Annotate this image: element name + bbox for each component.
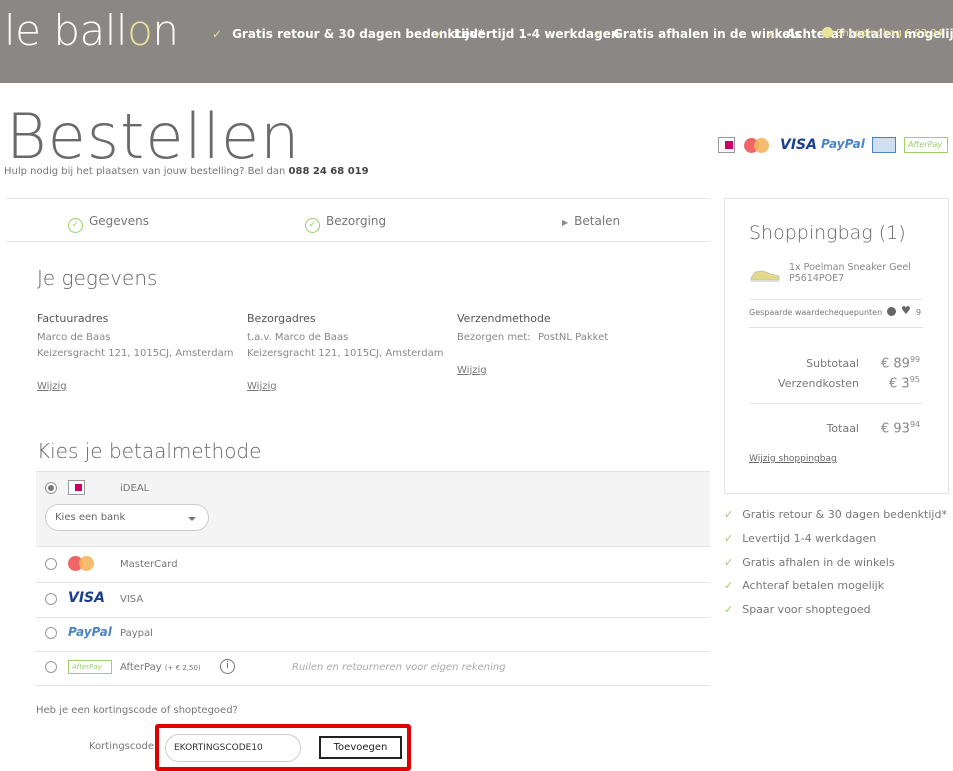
edit-shipping-link[interactable]: Wijzig xyxy=(457,365,487,376)
paypal-logo: PayPal xyxy=(821,137,865,151)
info-icon[interactable] xyxy=(886,307,896,316)
afterpay-note: Ruilen en retourneren voor eigen rekenin… xyxy=(292,662,506,673)
shipping-value: PostNL Pakket xyxy=(538,332,609,343)
step-bezorging[interactable]: ✓ Bezorging xyxy=(305,214,386,233)
radio-ideal[interactable] xyxy=(45,482,57,494)
radio-paypal[interactable] xyxy=(45,627,57,639)
step-betalen: ▶ Betalen xyxy=(562,214,621,228)
side-usp: ✓ Achteraf betalen mogelijk xyxy=(724,579,885,592)
side-usp: ✓ Levertijd 1-4 werkdagen xyxy=(724,532,877,545)
radio-mastercard[interactable] xyxy=(45,558,57,570)
discount-label: Kortingscode xyxy=(89,741,154,752)
check-icon: ✓ xyxy=(593,27,604,41)
info-icon[interactable]: i xyxy=(220,659,235,674)
visa-logo: VISA xyxy=(68,590,105,606)
subtotal-value: € 8999 xyxy=(881,355,921,372)
edit-bag-link[interactable]: Wijzig shoppingbag xyxy=(749,454,837,464)
total-label: Totaal xyxy=(826,422,859,435)
step-gegevens[interactable]: ✓ Gegevens xyxy=(68,214,149,233)
check-icon: ✓ xyxy=(724,532,734,545)
side-usp: ✓ Gratis afhalen in de winkels xyxy=(724,556,895,569)
payment-option-ideal[interactable]: iDEAL Kies een bank xyxy=(36,471,710,547)
chevron-down-icon xyxy=(188,517,196,521)
paypal-logo: PayPal xyxy=(68,625,112,639)
radio-visa[interactable] xyxy=(45,593,57,605)
shipping-title: Verzendmethode xyxy=(457,312,551,325)
subtotal-label: Subtotaal xyxy=(806,357,859,370)
payment-label: MasterCard xyxy=(120,559,178,570)
apply-discount-button[interactable]: Toevoegen xyxy=(319,736,402,759)
checkout-steps: ✓ Gegevens ✓ Bezorging ▶ Betalen xyxy=(6,198,710,242)
payment-logos: VISA PayPal AfterPay xyxy=(716,137,952,155)
ideal-logo xyxy=(68,480,85,495)
points-value: 9 xyxy=(916,308,922,317)
chevron-right-icon: ▶ xyxy=(562,218,569,227)
page-title: Bestellen xyxy=(6,100,301,173)
product-thumbnail xyxy=(749,264,781,284)
side-usp: ✓ Gratis retour & 30 dagen bedenktijd* xyxy=(724,508,947,521)
help-text: Hulp nodig bij het plaatsen van jouw bes… xyxy=(4,166,369,177)
check-icon: ✓ xyxy=(212,27,223,41)
edit-delivery-link[interactable]: Wijzig xyxy=(247,381,277,392)
points-label: Gespaarde waardechequepunten xyxy=(749,307,896,317)
discount-question: Heb je een kortingscode of shoptegoed? xyxy=(36,705,238,716)
billing-address: Keizersgracht 121, 1015CJ, Amsterdam xyxy=(37,348,234,359)
bag-title: Shoppingbag (1) xyxy=(749,222,906,244)
bank-select[interactable]: Kies een bank xyxy=(45,504,209,531)
bag-icon xyxy=(822,27,833,38)
check-icon: ✓ xyxy=(434,27,445,41)
delivery-title: Bezorgadres xyxy=(247,312,316,325)
payment-label: Paypal xyxy=(120,628,153,639)
ideal-logo xyxy=(718,137,735,153)
total-value: € 9394 xyxy=(881,420,921,437)
mastercard-logo xyxy=(68,556,96,571)
payment-label: VISA xyxy=(120,594,144,605)
afterpay-logo: AfterPay xyxy=(68,660,112,674)
check-icon: ✓ xyxy=(724,508,734,521)
radio-afterpay[interactable] xyxy=(45,661,57,673)
check-icon: ✓ xyxy=(724,579,734,592)
payment-option-paypal[interactable]: PayPal Paypal xyxy=(36,618,710,652)
delivery-name: t.a.v. Marco de Baas xyxy=(247,332,349,343)
discount-code-input[interactable]: EKORTINGSCODE10 xyxy=(165,734,301,762)
check-icon: ✓ xyxy=(724,603,734,616)
check-circle-icon: ✓ xyxy=(305,218,320,233)
payment-heading: Kies je betaalmethode xyxy=(37,439,262,463)
check-icon: ✓ xyxy=(724,556,734,569)
header-cart-link[interactable]: Shoppingbag € 93,94 xyxy=(822,27,943,39)
shipping-label: Bezorgen met: xyxy=(457,332,531,343)
delivery-address: Keizersgracht 121, 1015CJ, Amsterdam xyxy=(247,348,444,359)
payment-label: iDEAL xyxy=(120,483,150,494)
shipping-cost-label: Verzendkosten xyxy=(778,377,859,390)
check-circle-icon: ✓ xyxy=(68,218,83,233)
header-usp: ✓ Levertijd 1-4 werkdagen xyxy=(434,27,620,41)
details-heading: Je gegevens xyxy=(37,266,158,290)
top-header: le ballon ✓ Gratis retour & 30 dagen bede… xyxy=(0,0,953,83)
divider xyxy=(749,299,923,300)
help-phone[interactable]: 088 24 68 019 xyxy=(289,166,369,177)
afterpay-logo: AfterPay xyxy=(904,137,948,153)
shoppingbag-summary: Shoppingbag (1) 1x Poelman Sneaker Geel P… xyxy=(724,198,949,494)
visa-logo: VISA xyxy=(780,137,817,153)
check-icon: ✓ xyxy=(766,27,777,41)
divider xyxy=(749,403,923,404)
heart-icon: ♥ xyxy=(901,304,911,317)
payment-option-mastercard[interactable]: MasterCard xyxy=(36,547,710,583)
bancontact-logo xyxy=(872,137,896,153)
payment-option-visa[interactable]: VISA VISA xyxy=(36,583,710,618)
shipping-cost-value: € 395 xyxy=(889,375,920,392)
billing-name: Marco de Baas xyxy=(37,332,111,343)
billing-title: Factuuradres xyxy=(37,312,109,325)
payment-option-afterpay[interactable]: AfterPay AfterPay (+ € 2,50) i Ruilen en… xyxy=(36,652,710,686)
payment-label: AfterPay (+ € 2,50) xyxy=(120,662,201,673)
logo[interactable]: le ballon xyxy=(4,6,179,55)
edit-billing-link[interactable]: Wijzig xyxy=(37,381,67,392)
divider xyxy=(749,327,923,328)
side-usp: ✓ Spaar voor shoptegoed xyxy=(724,603,871,616)
bag-product: 1x Poelman Sneaker Geel P5614POE7 xyxy=(789,262,911,284)
